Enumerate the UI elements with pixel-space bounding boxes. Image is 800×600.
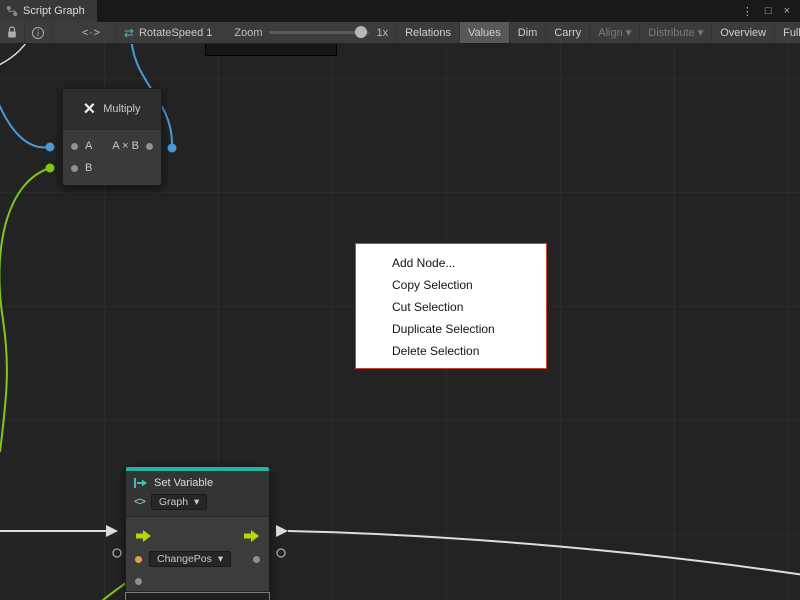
window-controls: ⋮ □ × <box>742 0 800 22</box>
button-overview-label: Overview <box>720 27 766 39</box>
chevron-down-icon: ▾ <box>626 26 632 39</box>
toggle-dim[interactable]: Dim <box>509 22 546 43</box>
multiply-icon: × <box>84 99 96 119</box>
toggle-carry[interactable]: Carry <box>545 22 589 43</box>
set-variable-header[interactable]: Set Variable <> Graph ▾ <box>126 471 269 516</box>
chevron-down-icon: ▾ <box>698 26 704 39</box>
scope-dropdown[interactable]: Graph ▾ <box>151 494 207 510</box>
menu-item-delete-selection[interactable]: Delete Selection <box>356 340 546 362</box>
menu-distribute-label: Distribute <box>648 27 694 39</box>
code-brackets-icon: <∙> <box>82 27 101 39</box>
zoom-label: Zoom <box>234 27 262 39</box>
multiply-header[interactable]: × Multiply <box>63 89 161 129</box>
menu-item-copy-selection[interactable]: Copy Selection <box>356 274 546 296</box>
toggle-relations-label: Relations <box>405 27 451 39</box>
script-graph-window: Script Graph ⋮ □ × i <∙> ⇄ RotateSpeed 1… <box>0 0 800 600</box>
input-port-a[interactable] <box>71 143 78 150</box>
value-input-row <box>126 571 269 591</box>
button-full-screen[interactable]: Full Screen <box>774 22 800 43</box>
script-graph-icon <box>6 5 18 17</box>
toolbar-toggles: Relations Values Dim Carry Align ▾ Distr… <box>396 22 800 43</box>
value-input-port[interactable] <box>135 578 142 585</box>
info-icon: i <box>32 27 44 39</box>
menu-align[interactable]: Align ▾ <box>589 22 639 43</box>
graph-kind-icon: <> <box>134 496 145 508</box>
toolbar-gap <box>52 22 68 43</box>
graph-toolbar: i <∙> ⇄ RotateSpeed 1 Zoom 1x Relations … <box>0 22 800 44</box>
zoom-value: 1x <box>376 27 388 39</box>
asset-breadcrumb[interactable]: ⇄ RotateSpeed 1 <box>116 22 220 43</box>
output-port[interactable] <box>146 143 153 150</box>
set-variable-title: Set Variable <box>154 477 213 489</box>
maximize-icon[interactable]: □ <box>765 5 772 17</box>
flow-input-arrow-icon[interactable] <box>136 530 151 542</box>
window-menu-icon[interactable]: ⋮ <box>742 5 753 18</box>
toggle-values-label: Values <box>468 27 501 39</box>
flow-port-row <box>126 525 269 547</box>
variable-output-port[interactable] <box>253 556 260 563</box>
set-variable-body: ChangePos ▾ <box>126 516 269 591</box>
node-set-variable[interactable]: Set Variable <> Graph ▾ <box>125 466 270 600</box>
scope-dropdown-value: Graph <box>159 496 188 508</box>
port-a-label: A <box>85 140 92 152</box>
menu-item-add-node[interactable]: Add Node... <box>356 252 546 274</box>
variable-dropdown-value: ChangePos <box>157 553 212 565</box>
variable-name-row: ChangePos ▾ <box>126 549 269 569</box>
port-b-label: B <box>85 162 92 174</box>
port-row-b: B <box>63 157 161 179</box>
variable-name-port[interactable] <box>135 556 142 563</box>
menu-distribute[interactable]: Distribute ▾ <box>639 22 711 43</box>
toggle-values[interactable]: Values <box>459 22 509 43</box>
menu-align-label: Align <box>598 27 622 39</box>
window-tabbar: Script Graph ⋮ □ × <box>0 0 800 22</box>
variable-dropdown[interactable]: ChangePos ▾ <box>149 551 231 567</box>
input-port-b[interactable] <box>71 165 78 172</box>
menu-item-cut-selection[interactable]: Cut Selection <box>356 296 546 318</box>
tab-title: Script Graph <box>23 5 85 17</box>
zoom-slider[interactable] <box>269 31 369 34</box>
toggle-relations[interactable]: Relations <box>396 22 459 43</box>
chevron-down-icon: ▾ <box>218 553 223 565</box>
code-view-button[interactable]: <∙> <box>68 22 116 43</box>
zoom-control: Zoom 1x <box>220 22 396 43</box>
multiply-ports: A A × B B <box>63 129 161 185</box>
flow-output-arrow-icon[interactable] <box>244 530 259 542</box>
port-out-label: A × B <box>112 140 139 152</box>
button-overview[interactable]: Overview <box>711 22 774 43</box>
chevron-down-icon: ▾ <box>194 496 199 508</box>
lock-button[interactable] <box>0 22 25 43</box>
port-row-a: A A × B <box>63 135 161 157</box>
close-icon[interactable]: × <box>784 5 790 17</box>
toggle-dim-label: Dim <box>518 27 538 39</box>
button-full-screen-label: Full Screen <box>783 27 800 39</box>
tab-script-graph[interactable]: Script Graph <box>0 0 97 22</box>
multiply-title: Multiply <box>103 103 140 115</box>
toggle-carry-label: Carry <box>554 27 581 39</box>
value-literal-field[interactable] <box>125 592 270 600</box>
node-multiply[interactable]: × Multiply A A × B B <box>62 88 162 186</box>
asset-name: RotateSpeed 1 <box>139 27 212 39</box>
graph-asset-icon: ⇄ <box>124 26 134 40</box>
set-variable-icon <box>134 477 148 489</box>
inspect-button[interactable]: i <box>25 22 52 43</box>
context-menu: Add Node... Copy Selection Cut Selection… <box>355 243 547 369</box>
menu-item-duplicate-selection[interactable]: Duplicate Selection <box>356 318 546 340</box>
zoom-slider-handle[interactable] <box>355 26 367 38</box>
lock-icon <box>7 26 17 39</box>
